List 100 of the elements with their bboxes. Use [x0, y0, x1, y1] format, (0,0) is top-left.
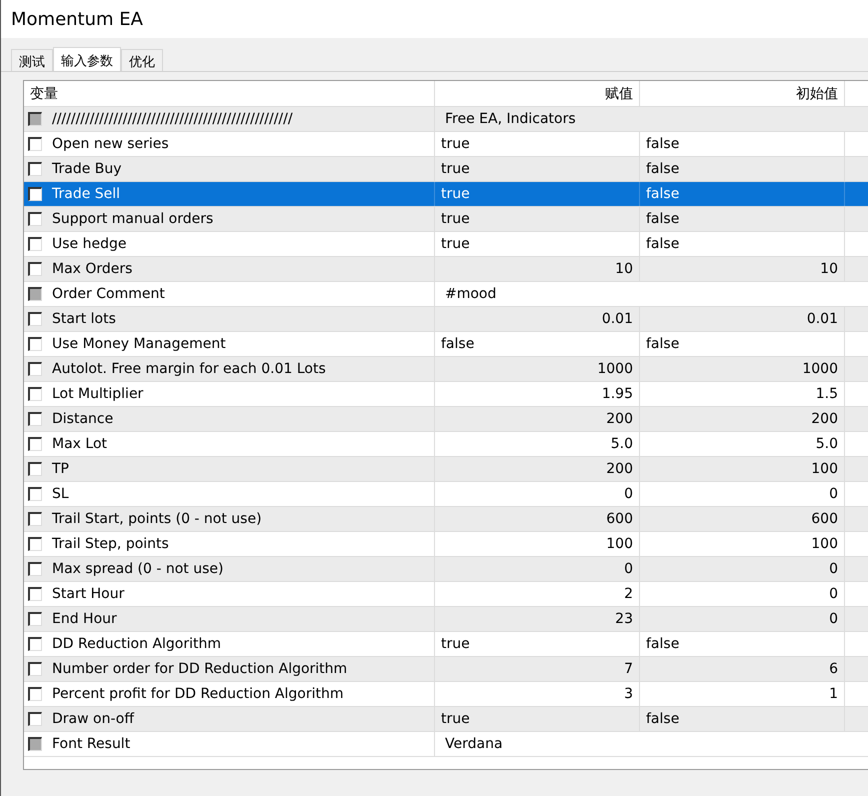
- parameter-name: Draw on-off: [52, 711, 134, 727]
- column-header[interactable]: 赋值: [435, 81, 640, 106]
- parameter-name: Trail Start, points (0 - not use): [52, 511, 262, 527]
- table-row[interactable]: Autolot. Free margin for each 0.01 Lots 1000 1000: [24, 357, 868, 382]
- checkbox[interactable]: [28, 512, 42, 526]
- table-cell: true: [435, 182, 640, 206]
- checkbox[interactable]: [28, 737, 42, 751]
- table-cell: 5.0: [640, 432, 845, 456]
- parameter-name: Trail Step, points: [52, 536, 169, 552]
- checkbox[interactable]: [28, 637, 42, 651]
- parameter-name: End Hour: [52, 611, 117, 627]
- table-cell: 0: [640, 607, 845, 631]
- table-row[interactable]: Trade Sell true false: [24, 182, 868, 207]
- checkbox[interactable]: [28, 287, 42, 301]
- checkbox[interactable]: [28, 687, 42, 701]
- table-row[interactable]: Start lots 0.01 0.01: [24, 307, 868, 332]
- parameter-name: Use hedge: [52, 236, 126, 252]
- checkbox[interactable]: [28, 562, 42, 576]
- table-cell: 23: [435, 607, 640, 631]
- checkbox[interactable]: [28, 412, 42, 426]
- table-cell: 1.5: [640, 382, 845, 406]
- tab[interactable]: 输入参数: [53, 47, 121, 71]
- table-cell: 200: [435, 407, 640, 431]
- parameter-name: Max spread (0 - not use): [52, 561, 224, 577]
- checkbox[interactable]: [28, 662, 42, 676]
- checkbox[interactable]: [28, 337, 42, 351]
- table-cell: 0: [640, 557, 845, 581]
- parameter-name: Use Money Management: [52, 336, 226, 352]
- checkbox[interactable]: [28, 612, 42, 626]
- tab[interactable]: 测试: [11, 49, 53, 71]
- parameter-name: Lot Multiplier: [52, 386, 144, 402]
- table-cell: true: [435, 157, 640, 181]
- table-cell: 5.0: [435, 432, 640, 456]
- table-cell: #mood: [435, 282, 868, 306]
- table-cell: 200: [435, 457, 640, 481]
- table-cell: 100: [640, 532, 845, 556]
- checkbox[interactable]: [28, 462, 42, 476]
- checkbox[interactable]: [28, 387, 42, 401]
- checkbox[interactable]: [28, 112, 42, 126]
- table-row[interactable]: End Hour 23 0: [24, 607, 868, 632]
- checkbox[interactable]: [28, 437, 42, 451]
- table-cell: true: [435, 707, 640, 731]
- checkbox[interactable]: [28, 212, 42, 226]
- checkbox[interactable]: [28, 587, 42, 601]
- table-row[interactable]: Number order for DD Reduction Algorithm 7 6: [24, 657, 868, 682]
- table-cell: 0: [640, 482, 845, 506]
- table-cell: 100: [640, 457, 845, 481]
- parameter-name: Percent profit for DD Reduction Algorithm: [52, 686, 344, 702]
- table-row[interactable]: /////////////////////////////////////////////////// Free EA, Indicators: [24, 107, 868, 132]
- table-cell: 10: [640, 257, 845, 281]
- table-row[interactable]: TP 200 100: [24, 457, 868, 482]
- table-cell: false: [640, 132, 845, 156]
- table-row[interactable]: Trail Start, points (0 - not use) 600 600: [24, 507, 868, 532]
- checkbox[interactable]: [28, 312, 42, 326]
- table-cell: true: [435, 232, 640, 256]
- table-row[interactable]: Max spread (0 - not use) 0 0: [24, 557, 868, 582]
- table-row[interactable]: Support manual orders true false: [24, 207, 868, 232]
- column-header[interactable]: 变量: [24, 81, 435, 106]
- parameter-name: Open new series: [52, 136, 169, 152]
- checkbox[interactable]: [28, 362, 42, 376]
- table-cell: Free EA, Indicators: [435, 107, 868, 131]
- checkbox[interactable]: [28, 262, 42, 276]
- column-header[interactable]: 初始值: [640, 81, 845, 106]
- checkbox[interactable]: [28, 137, 42, 151]
- table-cell: false: [435, 332, 640, 356]
- table-row[interactable]: Draw on-off true false: [24, 707, 868, 732]
- table-cell: false: [640, 232, 845, 256]
- table-cell: Verdana: [435, 732, 868, 756]
- table-cell: false: [640, 632, 845, 656]
- table-cell: false: [640, 332, 845, 356]
- table-row[interactable]: Distance 200 200: [24, 407, 868, 432]
- table-cell: 1.95: [435, 382, 640, 406]
- checkbox[interactable]: [28, 162, 42, 176]
- checkbox[interactable]: [28, 537, 42, 551]
- table-cell: 2: [435, 582, 640, 606]
- table-row[interactable]: Font Result Verdana: [24, 732, 868, 757]
- parameter-name: Start Hour: [52, 586, 124, 602]
- parameter-name: TP: [52, 461, 69, 477]
- table-cell: 0: [640, 582, 845, 606]
- table-cell: 7: [435, 657, 640, 681]
- table-cell: 0: [435, 482, 640, 506]
- parameter-name: Number order for DD Reduction Algorithm: [52, 661, 348, 677]
- checkbox[interactable]: [28, 487, 42, 501]
- table-row[interactable]: Trade Buy true false: [24, 157, 868, 182]
- table-cell: 200: [640, 407, 845, 431]
- checkbox[interactable]: [28, 187, 42, 201]
- checkbox[interactable]: [28, 712, 42, 726]
- table-cell: true: [435, 207, 640, 231]
- table-cell: 0: [435, 557, 640, 581]
- parameter-name: Font Result: [52, 736, 130, 752]
- table-row[interactable]: Max Orders 10 10: [24, 257, 868, 282]
- table-cell: 100: [435, 532, 640, 556]
- table-cell: false: [640, 707, 845, 731]
- parameter-name: Support manual orders: [52, 211, 214, 227]
- parameter-name: Max Lot: [52, 436, 108, 452]
- table-cell: true: [435, 132, 640, 156]
- tab[interactable]: 优化: [121, 49, 163, 71]
- table-cell: false: [640, 182, 845, 206]
- table-cell: 0.01: [640, 307, 845, 331]
- checkbox[interactable]: [28, 237, 42, 251]
